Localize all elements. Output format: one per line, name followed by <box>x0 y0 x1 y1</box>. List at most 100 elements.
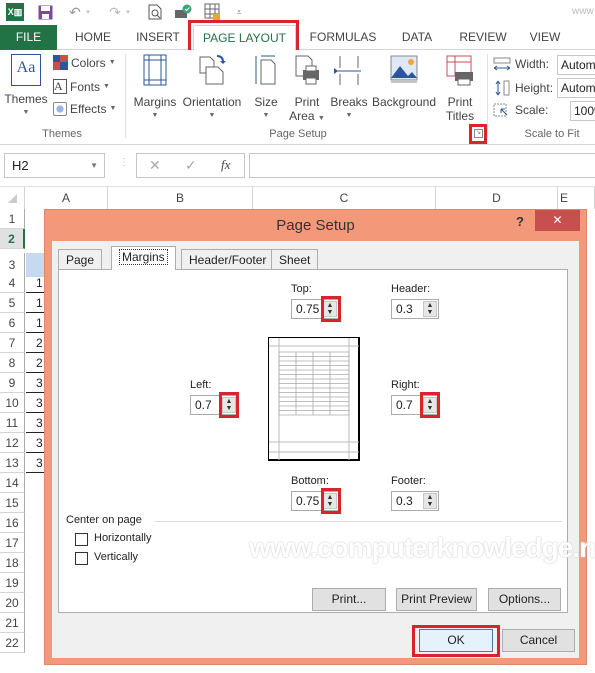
undo-dropdown-icon[interactable]: ▾ <box>84 3 92 21</box>
cell-a[interactable]: 3 <box>26 373 44 393</box>
print-area-button[interactable]: Print Area ▼ <box>287 54 327 126</box>
scale-input[interactable]: 100% <box>570 101 595 121</box>
column-header-e[interactable]: E <box>558 187 595 209</box>
cell-a[interactable]: 3 <box>26 393 44 413</box>
undo-icon[interactable]: ↶ <box>66 3 84 21</box>
row-header[interactable]: 18 <box>0 553 25 573</box>
row-header[interactable]: 11 <box>0 413 25 433</box>
row-header[interactable]: 7 <box>0 333 25 353</box>
row-header[interactable]: 14 <box>0 473 25 493</box>
row-header[interactable]: 4 <box>0 273 25 293</box>
background-button[interactable]: Background <box>369 54 439 109</box>
tab-view[interactable]: VIEW <box>524 25 566 50</box>
colors-button[interactable]: Colors ▼ <box>53 55 116 70</box>
column-header-a[interactable]: A <box>25 187 108 209</box>
tab-margins[interactable]: Margins <box>111 246 176 270</box>
footer-spinner-icon[interactable]: ▲ ▼ <box>423 493 437 509</box>
redo-dropdown-icon[interactable]: ▾ <box>124 3 132 21</box>
row-header[interactable]: 5 <box>0 293 25 313</box>
row-header[interactable]: 8 <box>0 353 25 373</box>
cell-a[interactable]: 3 <box>26 453 44 473</box>
vertically-checkbox[interactable] <box>75 552 88 565</box>
cell-a[interactable]: 3 <box>26 433 44 453</box>
effects-button[interactable]: Effects ▼ <box>53 102 116 116</box>
header-spinner-icon[interactable]: ▲ ▼ <box>423 301 437 317</box>
tab-page-layout[interactable]: PAGE LAYOUT <box>193 25 296 51</box>
gridlines-lock-icon[interactable] <box>204 3 222 21</box>
row-header[interactable]: 10 <box>0 393 25 413</box>
options-button[interactable]: Options... <box>488 588 561 611</box>
footer-margin-input[interactable]: 0.3 ▲ ▼ <box>391 491 439 511</box>
cell-a[interactable]: 1 <box>26 313 44 333</box>
cell-a[interactable]: 2 <box>26 353 44 373</box>
row-header[interactable]: 1 <box>0 209 25 229</box>
column-header-b[interactable]: B <box>108 187 253 209</box>
size-button[interactable]: Size ▼ <box>249 54 283 123</box>
width-select[interactable]: Autom <box>557 55 595 75</box>
row-header[interactable]: 19 <box>0 573 25 593</box>
height-select[interactable]: Autom <box>557 78 595 98</box>
bottom-spinner-icon[interactable]: ▲ ▼ <box>323 493 337 509</box>
orientation-button[interactable]: Orientation ▼ <box>179 54 245 123</box>
select-all-corner[interactable] <box>0 187 25 209</box>
ok-button[interactable]: OK <box>419 629 493 652</box>
themes-button[interactable]: Aa Themes ▼ <box>4 54 48 120</box>
fonts-button[interactable]: A Fonts ▼ <box>53 79 110 94</box>
row-header[interactable]: 21 <box>0 613 25 633</box>
horizontally-checkbox[interactable] <box>75 533 88 546</box>
customize-qat-icon[interactable]: ⩡ <box>230 3 248 21</box>
row-header[interactable]: 9 <box>0 373 25 393</box>
row-header[interactable]: 2 <box>0 229 25 249</box>
right-margin-input[interactable]: 0.7 ▲ ▼ <box>391 395 439 415</box>
top-spinner-icon[interactable]: ▲ ▼ <box>323 301 337 317</box>
row-header[interactable]: 16 <box>0 513 25 533</box>
tab-sheet[interactable]: Sheet <box>271 249 319 270</box>
left-margin-input[interactable]: 0.7 ▲ ▼ <box>190 395 238 415</box>
formula-input[interactable] <box>249 153 595 178</box>
close-button[interactable]: ✕ <box>535 210 580 231</box>
print-titles-button[interactable]: Print Titles <box>442 54 478 123</box>
print-button[interactable]: Print... <box>312 588 386 611</box>
top-margin-input[interactable]: 0.75 ▲ ▼ <box>291 299 339 319</box>
cell-a[interactable]: 3 <box>26 413 44 433</box>
tab-home[interactable]: HOME <box>66 25 120 50</box>
column-header-c[interactable]: C <box>253 187 436 209</box>
tab-file[interactable]: FILE <box>0 25 57 50</box>
tab-formulas[interactable]: FORMULAS <box>305 25 381 50</box>
cell-a[interactable]: 2 <box>26 333 44 353</box>
row-header[interactable]: 12 <box>0 433 25 453</box>
tab-insert[interactable]: INSERT <box>130 25 186 50</box>
row-header[interactable]: 13 <box>0 453 25 473</box>
tab-header-footer[interactable]: Header/Footer <box>181 249 275 270</box>
column-header-d[interactable]: D <box>436 187 558 209</box>
name-box-dropdown-icon[interactable]: ▼ <box>90 154 98 177</box>
breaks-button[interactable]: Breaks ▼ <box>330 54 368 123</box>
name-box[interactable]: H2 ▼ <box>4 153 105 178</box>
row-header[interactable]: 6 <box>0 313 25 333</box>
save-icon[interactable] <box>36 3 54 21</box>
row-header[interactable]: 17 <box>0 533 25 553</box>
row-header[interactable]: 20 <box>0 593 25 613</box>
enter-icon[interactable]: ✓ <box>185 157 197 174</box>
help-button[interactable]: ? <box>516 214 524 229</box>
cancel-button[interactable]: Cancel <box>502 629 575 652</box>
print-preview-button[interactable]: Print Preview <box>396 588 477 611</box>
touch-mode-icon[interactable] <box>174 3 192 21</box>
row-header[interactable]: 15 <box>0 493 25 513</box>
page-setup-dialog-launcher-icon[interactable]: ↘ <box>474 129 483 138</box>
header-margin-input[interactable]: 0.3 ▲ ▼ <box>391 299 439 319</box>
row-header[interactable]: 22 <box>0 633 25 653</box>
tab-page[interactable]: Page <box>58 249 103 270</box>
cancel-icon[interactable]: ✕ <box>149 157 161 174</box>
tab-data[interactable]: DATA <box>393 25 441 50</box>
margins-button[interactable]: Margins ▼ <box>131 54 179 123</box>
cell-a[interactable]: 1 <box>26 273 44 293</box>
left-spinner-icon[interactable]: ▲ ▼ <box>222 397 236 413</box>
insert-function-icon[interactable]: fx <box>221 157 230 173</box>
right-spinner-icon[interactable]: ▲ ▼ <box>423 397 437 413</box>
redo-icon[interactable]: ↷ <box>106 3 124 21</box>
tab-review[interactable]: REVIEW <box>455 25 511 50</box>
cell-a[interactable]: 1 <box>26 293 44 313</box>
print-preview-icon[interactable] <box>146 3 164 21</box>
bottom-margin-input[interactable]: 0.75 ▲ ▼ <box>291 491 339 511</box>
